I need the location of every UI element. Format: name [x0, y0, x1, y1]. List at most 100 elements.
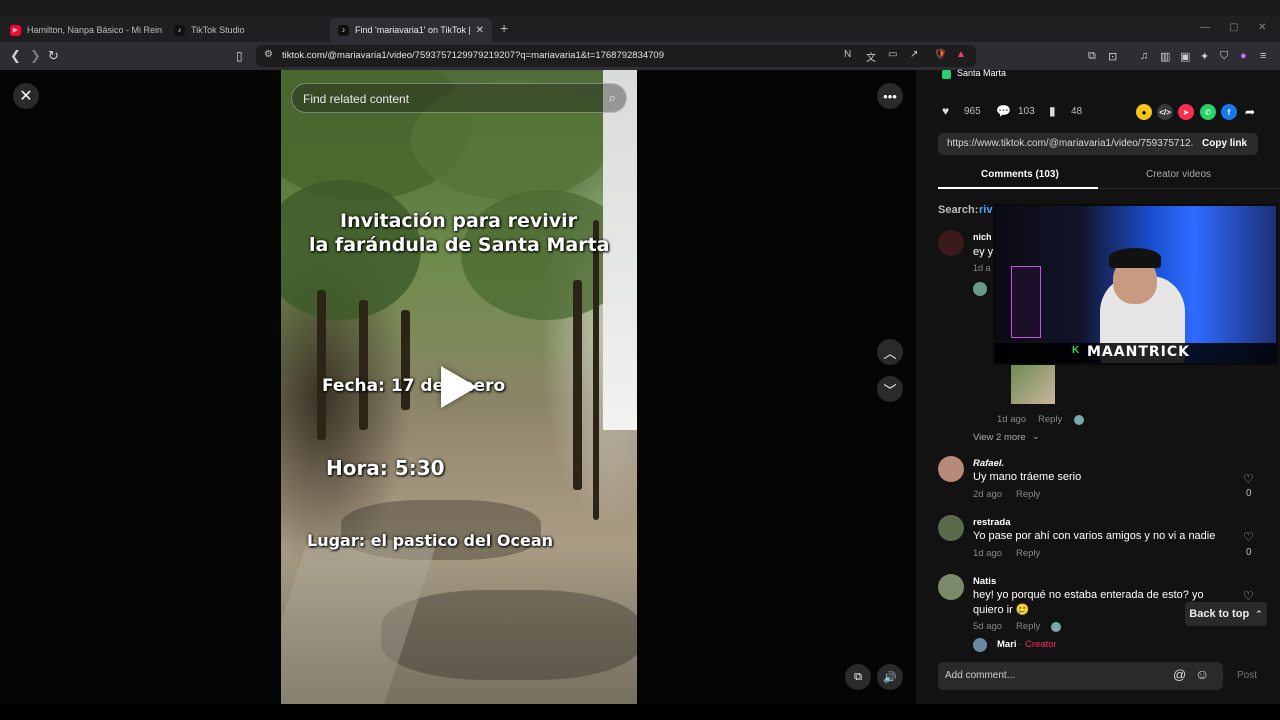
post-button[interactable]: Post — [1237, 670, 1257, 681]
menu-icon[interactable]: ≡ — [1260, 50, 1266, 62]
video-player[interactable]: Find related content ⌕ Invitación para r… — [281, 70, 637, 704]
whatsapp-icon[interactable]: ✆ — [1200, 104, 1216, 120]
sidebar-icon[interactable]: ▥ — [1160, 50, 1170, 63]
floating-player-button[interactable]: ⧉ — [845, 664, 871, 690]
maximize-icon[interactable]: ▢ — [1229, 22, 1238, 33]
tab-tiktok-search[interactable]: ♪ Find 'mariavaria1' on TikTok | Tik ✕ — [330, 18, 492, 42]
streamer-webcam: K MAANTRICK — [993, 204, 1278, 365]
brave-shield-icon[interactable]: 🛡 — [934, 49, 947, 60]
location-icon — [942, 70, 951, 79]
creator-badge: Creator — [1025, 639, 1057, 650]
cast-icon[interactable]: ▭ — [888, 49, 897, 60]
play-icon[interactable] — [441, 366, 477, 408]
save-count: 48 — [1071, 106, 1083, 117]
overlay-line-1: Invitación para revivir — [340, 210, 578, 232]
avatar[interactable] — [973, 282, 987, 296]
close-tab-icon[interactable]: ✕ — [476, 25, 484, 36]
like-comment-icon[interactable]: ♡ — [1243, 530, 1254, 544]
send-icon[interactable]: ➤ — [1178, 104, 1194, 120]
search-icon[interactable]: ⌕ — [609, 90, 616, 106]
previous-video-button[interactable]: ︿ — [877, 339, 903, 365]
ai-icon[interactable]: ✦ — [1200, 50, 1209, 63]
comment-time: 1d a — [973, 263, 991, 273]
comment-user[interactable]: restrada — [973, 517, 1011, 528]
embed-icon[interactable]: </> — [1157, 104, 1173, 120]
video-link[interactable]: https://www.tiktok.com/@mariavaria1/vide… — [947, 138, 1193, 149]
find-related-search[interactable]: Find related content ⌕ — [291, 83, 627, 113]
reload-icon[interactable]: ↻ — [48, 48, 59, 64]
like-comment-icon[interactable]: ♡ — [1243, 472, 1254, 486]
reply-image-thumbnail[interactable] — [1011, 364, 1055, 404]
music-icon[interactable]: ♫ — [1140, 50, 1148, 62]
chevron-up-icon: ︿ — [883, 345, 897, 361]
translate-icon[interactable]: 文 — [866, 49, 876, 64]
like-icon[interactable]: ♥ — [942, 104, 949, 118]
avatar — [1051, 622, 1061, 632]
address-bar[interactable]: ⚙ tiktok.com/@mariavaria1/video/75937571… — [256, 45, 976, 67]
emoji-icon[interactable]: ☺ — [1195, 666, 1209, 682]
reply-button[interactable]: Reply — [1038, 414, 1062, 425]
forward-icon[interactable]: ❯ — [30, 48, 41, 64]
location-label[interactable]: Santa Marta — [957, 68, 1006, 78]
reply-button[interactable]: Reply — [1016, 621, 1040, 632]
brave-rewards-icon[interactable]: ▲ — [956, 49, 966, 60]
view-more-button[interactable]: View 2 more — [973, 432, 1026, 443]
volume-button[interactable]: 🔊 — [877, 664, 903, 690]
share-arrow-icon[interactable]: ➦ — [1242, 104, 1258, 120]
close-window-icon[interactable]: ✕ — [1258, 22, 1266, 33]
avatar[interactable] — [973, 638, 987, 652]
tab-comments[interactable]: Comments (103) — [981, 169, 1059, 180]
pc-case — [1011, 266, 1041, 338]
comment-text: Uy mano tráeme serio — [973, 471, 1082, 483]
tab-youtube[interactable]: ▶ Hamilton, Nanpa Básico - Mi Reina (V — [2, 18, 162, 42]
back-icon[interactable]: ❮ — [10, 48, 21, 64]
comment-input-box[interactable]: Add comment... @ ☺ — [938, 662, 1223, 690]
copy-link-button[interactable]: Copy link — [1202, 138, 1247, 149]
avatar[interactable] — [938, 515, 964, 541]
extensions-icon[interactable]: ⧉ — [1088, 50, 1096, 63]
tiktok-icon: ♪ — [174, 24, 185, 36]
tab-strip: ▶ Hamilton, Nanpa Básico - Mi Reina (V ♪… — [0, 16, 1280, 42]
tree-trunk — [359, 300, 368, 430]
avatar[interactable] — [938, 230, 964, 256]
reply-button[interactable]: Reply — [1016, 548, 1040, 559]
back-to-top-label: Back to top — [1189, 608, 1250, 620]
like-comment-icon[interactable]: ♡ — [1243, 589, 1254, 603]
reply-user[interactable]: Mari — [997, 639, 1017, 650]
share-page-icon[interactable]: ↗ — [910, 49, 918, 60]
avatar[interactable] — [938, 574, 964, 600]
new-tab-button[interactable]: + — [500, 20, 508, 36]
tab-creator-videos[interactable]: Creator videos — [1146, 169, 1211, 180]
comment-user[interactable]: Natis — [973, 576, 996, 587]
avatar[interactable] — [938, 456, 964, 482]
next-video-button[interactable]: ﹀ — [877, 376, 903, 402]
bookmark-icon[interactable]: ▮ — [1049, 104, 1056, 118]
facebook-icon[interactable]: f — [1221, 104, 1237, 120]
bookmark-icon[interactable]: ▯ — [236, 48, 243, 64]
comment-time: 1d ago — [973, 548, 1003, 559]
comment-icon[interactable]: 💬 — [996, 104, 1011, 118]
video-stage: ✕ ••• ︿ ﹀ ⧉ 🔊 Find related content ⌕ Inv… — [0, 70, 916, 704]
reply-button[interactable]: Reply — [1016, 489, 1040, 500]
reader-icon[interactable]: N — [844, 49, 851, 60]
tab-tiktok-studio[interactable]: ♪ TikTok Studio — [166, 18, 326, 42]
comment-user[interactable]: nich — [973, 232, 992, 242]
url-text[interactable]: tiktok.com/@mariavaria1/video/7593757129… — [282, 50, 664, 61]
back-to-top-button[interactable]: Back to top ⌃ — [1185, 602, 1267, 626]
close-video-button[interactable]: ✕ — [13, 83, 39, 109]
wallet-icon[interactable]: ▣ — [1180, 50, 1190, 63]
minimize-icon[interactable]: — — [1200, 22, 1210, 33]
vpn-icon[interactable]: ⛉ — [1220, 50, 1228, 63]
mention-icon[interactable]: @ — [1173, 667, 1186, 682]
site-settings-icon[interactable]: ⚙ — [264, 49, 273, 60]
comment-input[interactable]: Add comment... — [945, 670, 1015, 681]
more-options-button[interactable]: ••• — [877, 83, 903, 109]
repost-icon[interactable]: ● — [1136, 104, 1152, 120]
screenshot-icon[interactable]: ⊡ — [1108, 50, 1117, 63]
chevron-down-icon[interactable]: ⌄ — [1032, 431, 1040, 442]
search-term[interactable]: riv — [979, 204, 992, 216]
comment-user[interactable]: Rafael. — [973, 458, 1004, 469]
comment-tabs: Comments (103) Creator videos — [938, 164, 1280, 189]
youtube-icon: ▶ — [10, 24, 21, 36]
profile-icon[interactable]: ● — [1240, 50, 1247, 62]
